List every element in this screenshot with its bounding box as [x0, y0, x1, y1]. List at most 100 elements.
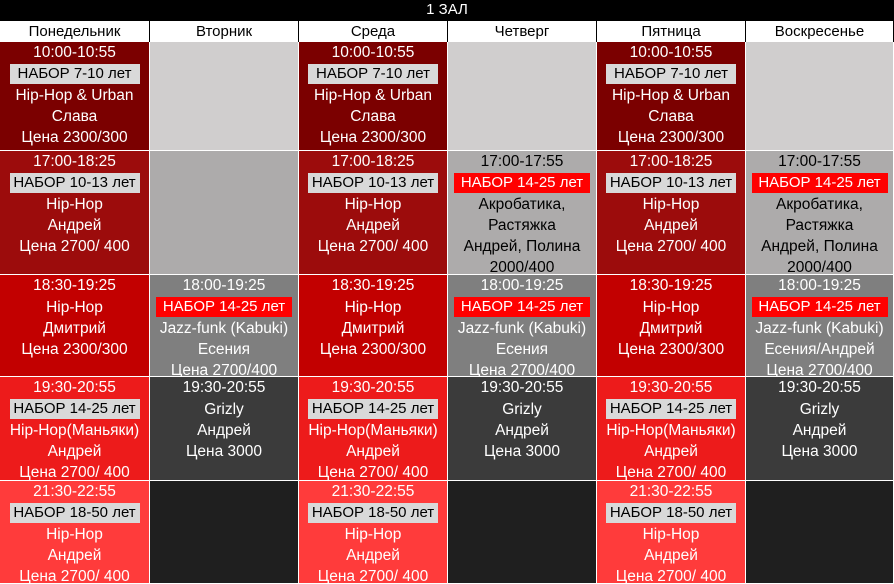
class-slot-sun: 18:00-19:25 НАБОР 14-25 лет Jazz-funk (Kab…	[746, 275, 894, 377]
class-price: Цена 2700/ 400	[615, 238, 727, 255]
class-price: Цена 2300/300	[21, 341, 128, 358]
class-style: Hip-Hop	[344, 196, 402, 213]
class-slot-fri: 21:30-22:55 НАБОР 18-50 лет Hip-Hop Андрей Ц…	[597, 481, 746, 584]
schedule-sheet: 1 ЗАЛ Понедельник Вторник Среда Четверг Пятн…	[0, 0, 894, 584]
class-time: 19:30-20:55	[182, 379, 266, 396]
empty-slot-thu	[448, 481, 597, 584]
empty-slot-tue	[150, 481, 299, 584]
class-price: Цена 2300/300	[319, 341, 427, 358]
class-coach: Дмитрий	[639, 320, 703, 337]
class-style: Hip-Hop	[46, 196, 103, 213]
class-price: Цена 2700/ 400	[19, 238, 130, 255]
class-slot-sun: 17:00-17:55 НАБОР 14-25 лет Акробатика, Рас…	[746, 151, 894, 275]
class-coach: Есения/Андрей	[764, 341, 875, 358]
day-header-fri: Пятница	[597, 21, 746, 42]
class-price: Цена 3000	[483, 443, 561, 460]
class-slot-mon: 10:00-10:55 НАБОР 7-10 лет Hip-Hop & Urban…	[0, 42, 150, 151]
class-style: Hip-Hop & Urban	[15, 87, 134, 104]
enrollment-badge: НАБОР 14-25 лет	[454, 173, 590, 193]
class-slot-wed: 19:30-20:55 НАБОР 14-25 лет Hip-Hop(Маньяк…	[299, 377, 448, 481]
class-coach: Слава	[350, 108, 396, 125]
class-price: Цена 2300/300	[617, 341, 725, 358]
class-price: Цена 2700/400	[170, 362, 278, 377]
class-coach: Андрей	[197, 422, 251, 439]
class-coach: Андрей	[47, 547, 102, 564]
class-time: 10:00-10:55	[33, 44, 116, 61]
class-time: 21:30-22:55	[331, 483, 415, 500]
class-style: Hip-Hop & Urban	[313, 87, 433, 104]
class-style: Hip-Hop & Urban	[611, 87, 731, 104]
class-time: 10:00-10:55	[331, 44, 415, 61]
class-slot-fri: 19:30-20:55 НАБОР 14-25 лет Hip-Hop(Маньяк…	[597, 377, 746, 481]
class-coach: Андрей	[346, 217, 400, 234]
class-style: Hip-Hop	[642, 526, 700, 543]
class-style: Hip-Hop	[344, 526, 402, 543]
class-slot-tue: 19:30-20:55 Grizly Андрей Цена 3000	[150, 377, 299, 481]
class-style: Grizly	[502, 401, 542, 418]
class-coach: Андрей	[792, 422, 847, 439]
class-style: Hip-Hop	[642, 299, 700, 316]
enrollment-badge: НАБОР 18-50 лет	[308, 503, 438, 523]
class-price: Цена 2700/ 400	[19, 568, 130, 584]
class-slot-mon: 18:30-19:25 Hip-Hop Дмитрий Цена 2300/300	[0, 275, 150, 377]
enrollment-badge: НАБОР 14-25 лет	[156, 297, 292, 317]
enrollment-badge: НАБОР 7-10 лет	[606, 64, 736, 84]
enrollment-badge: НАБОР 14-25 лет	[751, 173, 888, 193]
class-slot-thu: 18:00-19:25 НАБОР 14-25 лет Jazz-funk (Kab…	[448, 275, 597, 377]
class-time: 19:30-20:55	[33, 379, 116, 396]
class-price: Цена 2700/400	[468, 362, 576, 377]
class-style: Grizly	[799, 401, 840, 418]
class-slot-fri: 18:30-19:25 Hip-Hop Дмитрий Цена 2300/300	[597, 275, 746, 377]
class-price: Цена 2700/ 400	[19, 464, 130, 481]
class-price: Цена 2700/ 400	[317, 238, 429, 255]
enrollment-badge: НАБОР 14-25 лет	[751, 297, 888, 317]
class-style: Hip-Hop(Маньяки)	[9, 422, 140, 439]
class-price: Цена 2300/300	[21, 129, 128, 146]
class-slot-fri: 17:00-18:25 НАБОР 10-13 лет Hip-Hop Андрей Ц…	[597, 151, 746, 275]
day-header-tue: Вторник	[150, 21, 299, 42]
class-coach: Растяжка	[785, 217, 854, 234]
day-header-sun: Воскресенье	[746, 21, 894, 42]
day-header-thu: Четверг	[448, 21, 597, 42]
class-coach: Растяжка	[488, 217, 556, 234]
class-coach: Слава	[648, 108, 694, 125]
day-header-wed: Среда	[299, 21, 448, 42]
class-coach: Андрей	[47, 443, 102, 460]
class-time: 18:30-19:25	[629, 277, 713, 294]
class-slot-thu: 19:30-20:55 Grizly Андрей Цена 3000	[448, 377, 597, 481]
class-price: Цена 3000	[185, 443, 263, 460]
enrollment-badge: НАБОР 14-25 лет	[454, 297, 590, 317]
class-price: Цена 2700/ 400	[615, 464, 727, 481]
class-price: Андрей, Полина	[463, 238, 581, 255]
class-style: Hip-Hop	[46, 299, 103, 316]
class-coach: Андрей	[644, 217, 698, 234]
class-coach: Дмитрий	[341, 320, 405, 337]
class-style: Grizly	[204, 401, 244, 418]
class-time: 19:30-20:55	[480, 379, 564, 396]
class-style: Jazz-funk (Kabuki)	[755, 320, 884, 337]
class-coach: Дмитрий	[43, 320, 106, 337]
class-style: Hip-Hop(Маньяки)	[308, 422, 438, 439]
class-slot-mon: 17:00-18:25 НАБОР 10-13 лет Hip-Hop Андрей Ц…	[0, 151, 150, 275]
enrollment-badge: НАБОР 10-13 лет	[606, 173, 736, 193]
empty-slot-sun	[746, 42, 894, 151]
class-time: 21:30-22:55	[629, 483, 713, 500]
class-time: 17:00-17:55	[480, 153, 564, 170]
enrollment-badge: НАБОР 10-13 лет	[308, 173, 438, 193]
class-price: Цена 2300/300	[319, 129, 427, 146]
class-time: 17:00-18:25	[331, 153, 415, 170]
class-coach: Андрей	[346, 547, 400, 564]
class-time: 18:30-19:25	[331, 277, 415, 294]
empty-slot-tue	[150, 151, 299, 275]
class-time: 10:00-10:55	[629, 44, 713, 61]
empty-slot-tue	[150, 42, 299, 151]
class-price: Цена 3000	[781, 443, 858, 460]
class-price: Цена 2700/ 400	[317, 568, 429, 584]
class-time: 18:00-19:25	[778, 277, 861, 294]
enrollment-badge: НАБОР 7-10 лет	[9, 64, 140, 84]
class-style: Jazz-funk (Kabuki)	[457, 320, 587, 337]
enrollment-badge: НАБОР 14-25 лет	[606, 399, 736, 419]
class-time: 21:30-22:55	[33, 483, 116, 500]
enrollment-badge: НАБОР 14-25 лет	[9, 399, 140, 419]
class-extra: 2000/400	[787, 259, 852, 275]
